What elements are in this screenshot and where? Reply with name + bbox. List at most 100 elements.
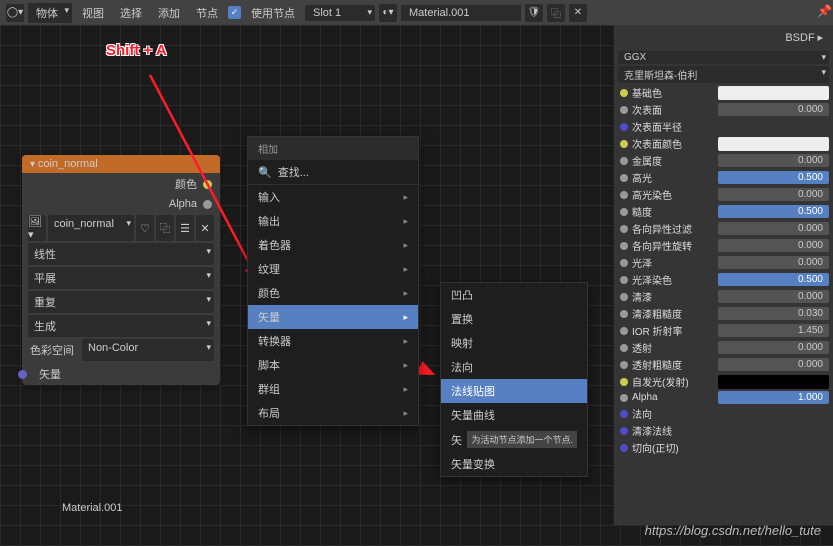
users-icon[interactable]: ⿻ — [156, 215, 174, 241]
vector-submenu-item[interactable]: 法向 — [441, 355, 587, 379]
add-menu-item[interactable]: 颜色 — [248, 281, 418, 305]
property-row: IOR 折射率1.450 — [614, 322, 833, 339]
use-nodes-checkbox[interactable] — [228, 6, 241, 19]
socket-dot[interactable] — [620, 394, 628, 402]
image-name-field[interactable]: coin_normal — [48, 215, 134, 241]
color-socket[interactable] — [203, 180, 212, 189]
material-browse-icon[interactable]: ◐▾ — [379, 4, 397, 22]
extension-dropdown[interactable]: 重复 — [28, 291, 214, 313]
source-dropdown[interactable]: 生成 — [28, 315, 214, 337]
remove-icon[interactable]: ✕ — [196, 215, 214, 241]
material-name-field[interactable]: Material.001 — [401, 5, 521, 21]
property-label: Alpha — [632, 392, 714, 403]
menu-node[interactable]: 节点 — [190, 3, 224, 23]
property-value[interactable]: 0.500 — [718, 205, 829, 218]
property-value[interactable]: 1.000 — [718, 391, 829, 404]
property-row: 清漆粗糙度0.030 — [614, 305, 833, 322]
property-value[interactable]: 0.000 — [718, 290, 829, 303]
projection-dropdown[interactable]: 平展 — [28, 267, 214, 289]
add-menu-item[interactable]: 脚本 — [248, 353, 418, 377]
vector-submenu-item[interactable]: 置换 — [441, 307, 587, 331]
color-swatch[interactable] — [718, 86, 829, 100]
property-value[interactable]: 0.000 — [718, 256, 829, 269]
socket-dot[interactable] — [620, 140, 628, 148]
add-menu-item[interactable]: 群组 — [248, 377, 418, 401]
socket-dot[interactable] — [620, 208, 628, 216]
property-value[interactable]: 0.000 — [718, 103, 829, 116]
socket-dot[interactable] — [620, 259, 628, 267]
add-menu-item[interactable]: 布局 — [248, 401, 418, 425]
add-menu-search[interactable]: 🔍查找... — [248, 160, 418, 185]
vector-submenu-item[interactable]: 矢为活动节点添加一个节点. — [441, 427, 587, 452]
socket-dot[interactable] — [620, 444, 628, 452]
unlink-icon[interactable]: ♡ — [136, 215, 154, 241]
interp-dropdown[interactable]: 线性 — [28, 243, 214, 265]
socket-dot[interactable] — [620, 378, 628, 386]
menu-view[interactable]: 视图 — [76, 3, 110, 23]
property-value[interactable]: 0.000 — [718, 358, 829, 371]
property-row: 清漆0.000 — [614, 288, 833, 305]
vector-socket[interactable] — [18, 370, 27, 379]
socket-dot[interactable] — [620, 123, 628, 131]
open-icon[interactable]: ☰ — [176, 215, 194, 241]
image-texture-node[interactable]: ▾ coin_normal 颜色 Alpha 🖼▾ coin_normal ♡ … — [22, 155, 220, 385]
socket-dot[interactable] — [620, 89, 628, 97]
mode-label: 物体 — [36, 8, 58, 20]
distribution-dropdown[interactable]: GGX — [618, 51, 829, 64]
socket-dot[interactable] — [620, 242, 628, 250]
socket-dot[interactable] — [620, 276, 628, 284]
property-value[interactable]: 0.000 — [718, 341, 829, 354]
property-value[interactable]: 0.000 — [718, 222, 829, 235]
property-value[interactable]: 0.000 — [718, 154, 829, 167]
duplicate-icon[interactable]: ⿻ — [547, 4, 565, 22]
vector-submenu-item[interactable]: 矢量变换 — [441, 452, 587, 476]
socket-dot[interactable] — [620, 427, 628, 435]
property-value[interactable]: 0.500 — [718, 273, 829, 286]
mode-dropdown[interactable]: 物体 — [28, 3, 72, 23]
vector-submenu-item[interactable]: 凹凸 — [441, 283, 587, 307]
menu-select[interactable]: 选择 — [114, 3, 148, 23]
socket-dot[interactable] — [620, 106, 628, 114]
vector-submenu-item[interactable]: 矢量曲线 — [441, 403, 587, 427]
socket-dot[interactable] — [620, 327, 628, 335]
socket-dot[interactable] — [620, 310, 628, 318]
slot-dropdown[interactable]: Slot 1 — [305, 5, 375, 21]
property-value[interactable]: 0.000 — [718, 239, 829, 252]
socket-dot[interactable] — [620, 293, 628, 301]
socket-dot[interactable] — [620, 191, 628, 199]
color-swatch[interactable] — [718, 375, 829, 389]
shield-icon[interactable]: 🛡 — [525, 4, 543, 22]
add-menu-item[interactable]: 转换器 — [248, 329, 418, 353]
subsurface-method-dropdown[interactable]: 克里斯坦森-伯利 — [618, 66, 829, 83]
vector-submenu-item[interactable]: 映射 — [441, 331, 587, 355]
image-browse-icon[interactable]: 🖼▾ — [28, 215, 46, 241]
color-swatch[interactable] — [718, 137, 829, 151]
add-menu-item[interactable]: 输入 — [248, 185, 418, 209]
property-value[interactable]: 0.030 — [718, 307, 829, 320]
add-menu-item[interactable]: 着色器 — [248, 233, 418, 257]
add-menu-item[interactable]: 纹理 — [248, 257, 418, 281]
socket-dot[interactable] — [620, 157, 628, 165]
add-menu-item[interactable]: 矢量 — [248, 305, 418, 329]
socket-dot[interactable] — [620, 174, 628, 182]
menu-add[interactable]: 添加 — [152, 3, 186, 23]
property-value[interactable]: 1.450 — [718, 324, 829, 337]
socket-dot[interactable] — [620, 410, 628, 418]
socket-dot[interactable] — [620, 361, 628, 369]
node-header[interactable]: ▾ coin_normal — [22, 155, 220, 173]
property-row: 基础色 — [614, 84, 833, 101]
close-icon[interactable]: ✕ — [569, 4, 587, 22]
pin-icon[interactable]: 📌 — [817, 4, 832, 18]
colorspace-dropdown[interactable]: Non-Color — [82, 339, 214, 361]
vector-submenu-item[interactable]: 法线贴图 — [441, 379, 587, 403]
alpha-socket[interactable] — [203, 200, 212, 209]
editor-type-icon[interactable]: ◯▾ — [6, 4, 24, 22]
socket-dot[interactable] — [620, 225, 628, 233]
add-menu-item[interactable]: 输出 — [248, 209, 418, 233]
property-label: 透射粗糙度 — [632, 357, 714, 372]
property-value[interactable]: 0.000 — [718, 188, 829, 201]
property-value[interactable]: 0.500 — [718, 171, 829, 184]
property-row: 次表面颜色 — [614, 135, 833, 152]
property-row: 清漆法线 — [614, 422, 833, 439]
socket-dot[interactable] — [620, 344, 628, 352]
